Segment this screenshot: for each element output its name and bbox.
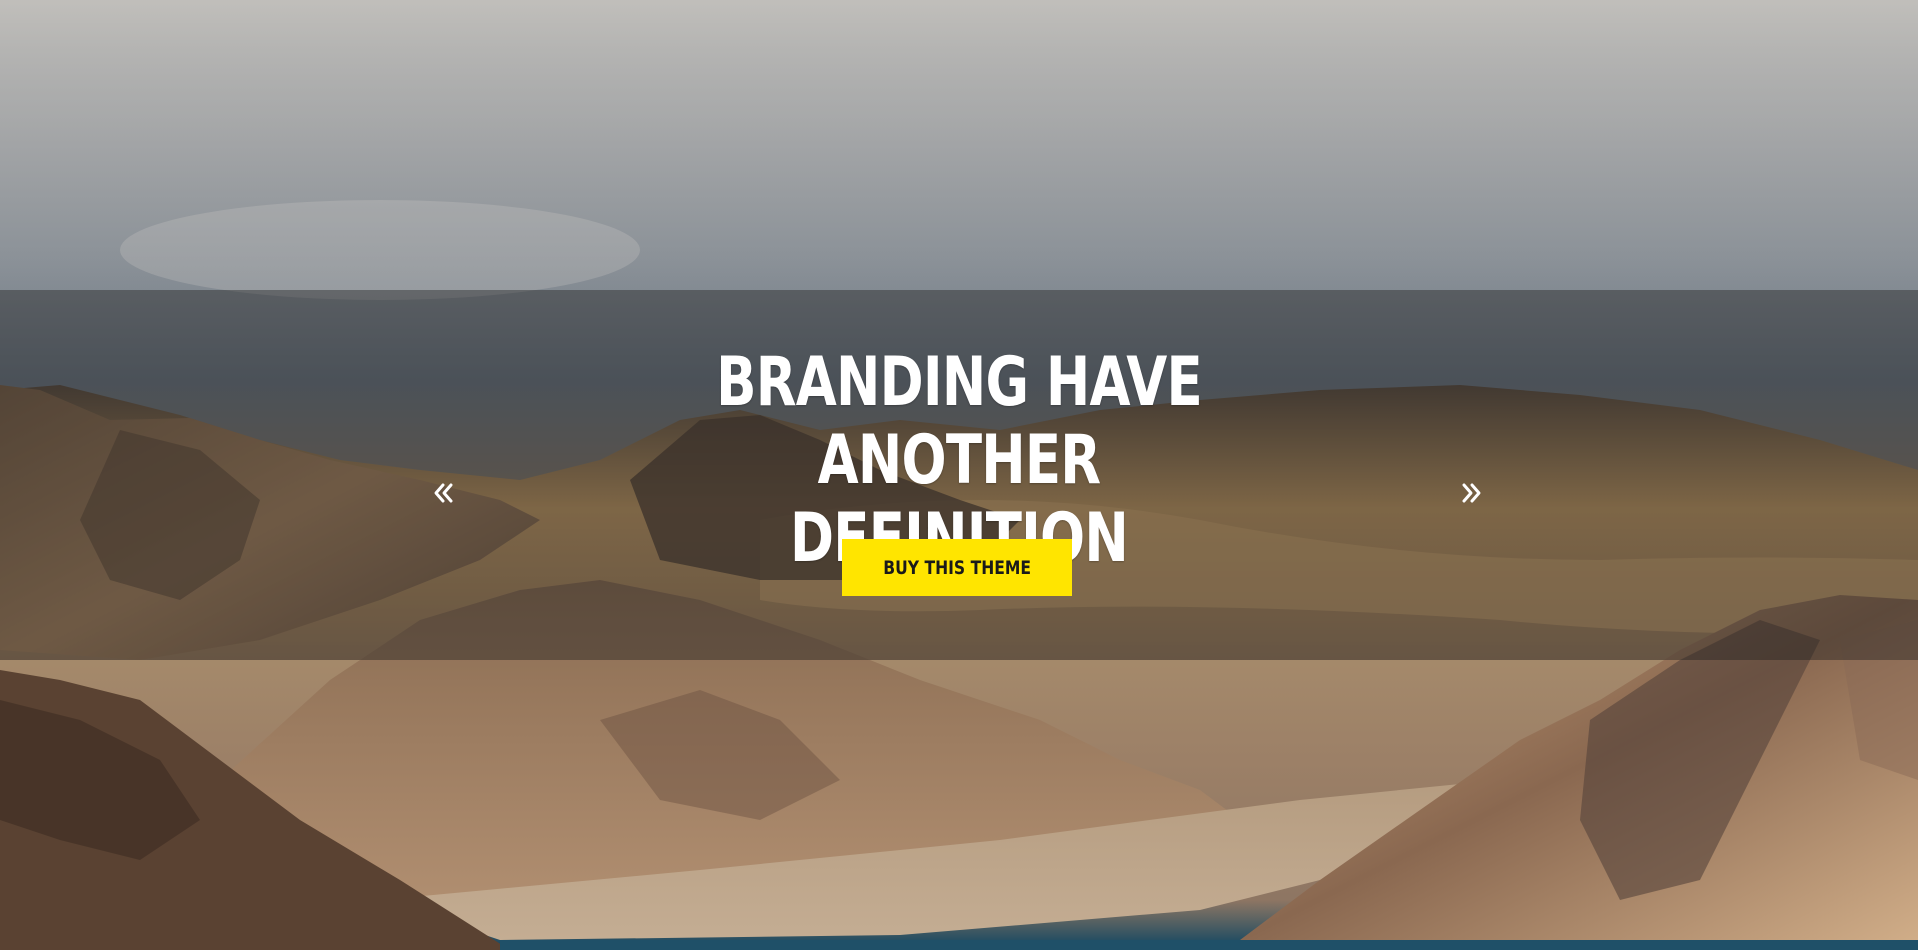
double-chevron-left-icon: [434, 483, 453, 503]
slide-headline-line-1: BRANDING HAVE ANOTHER: [716, 343, 1203, 500]
hero-slider: BRANDING HAVE ANOTHER DEFINITION BUY THI…: [0, 0, 1918, 950]
slider-next-button[interactable]: [1452, 472, 1492, 514]
buy-theme-button-label: BUY THIS THEME: [883, 556, 1031, 579]
buy-theme-button[interactable]: BUY THIS THEME: [842, 539, 1072, 596]
double-chevron-right-icon: [1462, 483, 1481, 503]
slider-prev-button[interactable]: [423, 472, 463, 514]
